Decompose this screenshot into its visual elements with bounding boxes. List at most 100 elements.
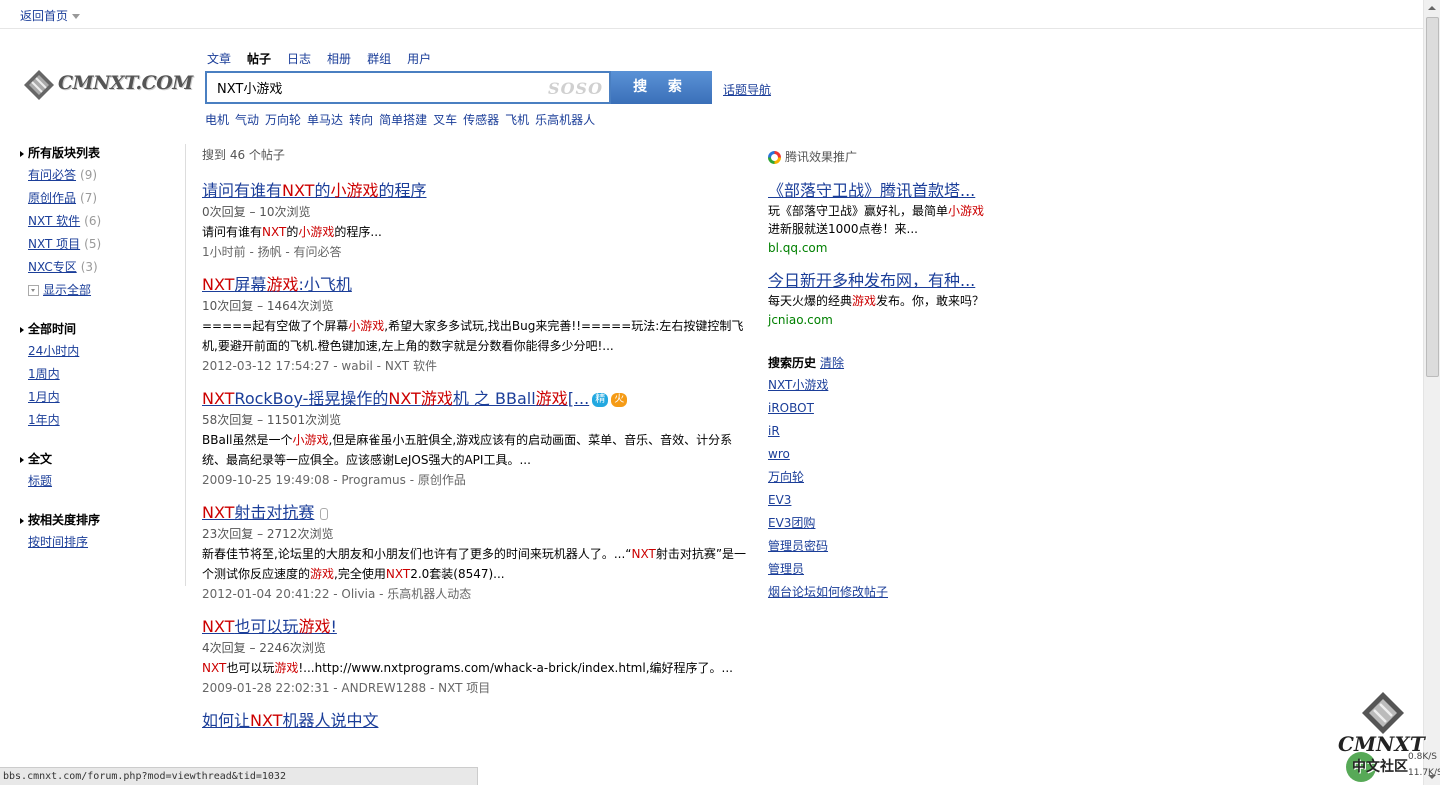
- text-segment: NXT: [202, 389, 235, 408]
- hot-keyword-link[interactable]: 单马达: [307, 113, 343, 127]
- topic-nav-link[interactable]: 话题导航: [723, 81, 771, 98]
- forum-filter-item[interactable]: NXT 项目 (5): [20, 233, 190, 256]
- ad-title-link[interactable]: 《部落守卫战》腾讯首款塔...: [768, 180, 988, 202]
- hot-keyword-link[interactable]: 传感器: [463, 113, 499, 127]
- forum-filter-item[interactable]: NXT 软件 (6): [20, 210, 190, 233]
- text-segment: 小游戏: [948, 204, 985, 218]
- search-history-link[interactable]: iROBOT: [768, 401, 814, 415]
- result-title-link[interactable]: NXTRockBoy-摇晃操作的NXT游戏机 之 BBall游戏[... 精火: [202, 388, 752, 410]
- text-segment: 也可以玩: [234, 617, 299, 636]
- forum-filter-item[interactable]: 有问必答 (9): [20, 164, 190, 187]
- caret-right-icon: [20, 456, 24, 463]
- time-filter-item[interactable]: 24小时内: [20, 340, 190, 363]
- text-segment: 如何让: [202, 711, 251, 730]
- forum-filter-label[interactable]: 原创作品: [28, 191, 76, 205]
- search-history-link[interactable]: 烟台论坛如何修改帖子: [768, 585, 888, 599]
- search-tab[interactable]: 相册: [327, 50, 351, 67]
- scope-filter-item-label[interactable]: 标题: [28, 474, 52, 488]
- search-tab[interactable]: 文章: [207, 50, 231, 67]
- text-segment: 新春佳节将至,论坛里的大朋友和小朋友们也许有了更多的时间来玩机器人了。...“: [202, 547, 632, 561]
- forum-filter-count: (3): [80, 260, 98, 274]
- ad-heading: 腾讯效果推广: [768, 148, 988, 168]
- hot-keyword-link[interactable]: 万向轮: [265, 113, 301, 127]
- search-history-link[interactable]: 管理员: [768, 562, 804, 576]
- forum-filter-heading: 所有版块列表: [20, 144, 190, 164]
- result-meta: 2012-03-12 17:54:27 - wabil - NXT 软件: [202, 359, 437, 373]
- hot-keyword-link[interactable]: 飞机: [505, 113, 529, 127]
- time-filter-item-label[interactable]: 1周内: [28, 367, 60, 381]
- text-segment: NXT: [388, 389, 421, 408]
- text-segment: 的: [314, 181, 331, 200]
- search-history-link[interactable]: NXT小游戏: [768, 378, 828, 392]
- result-title-link[interactable]: NXT射击对抗赛: [202, 502, 752, 524]
- search-history-item: 烟台论坛如何修改帖子: [768, 581, 988, 604]
- scroll-thumb[interactable]: [1426, 17, 1439, 377]
- home-link[interactable]: 返回首页: [20, 7, 81, 24]
- hot-keyword-link[interactable]: 乐高机器人: [535, 113, 595, 127]
- search-history-item: NXT小游戏: [768, 374, 988, 397]
- clear-history-link[interactable]: 清除: [820, 356, 844, 370]
- ad-url[interactable]: jcniao.com: [768, 310, 988, 330]
- expand-icon: [28, 285, 39, 296]
- time-filter-item[interactable]: 1周内: [20, 363, 190, 386]
- search-tab[interactable]: 日志: [287, 50, 311, 67]
- text-segment: BBall虽然是一个: [202, 433, 293, 447]
- ad-title-link[interactable]: 今日新开多种发布网，有种...: [768, 270, 988, 292]
- caret-right-icon: [20, 517, 24, 524]
- result-meta: 2009-10-25 19:49:08 - Programus - 原创作品: [202, 473, 466, 487]
- forum-filter-group: 所有版块列表 有问必答 (9) 原创作品 (7) NXT 软件 (6) NXT 项目 (5) N…: [20, 144, 190, 302]
- hot-keyword-link[interactable]: 叉车: [433, 113, 457, 127]
- top-bar: 返回首页: [0, 0, 1424, 29]
- forum-filter-label[interactable]: NXT 项目: [28, 237, 80, 251]
- search-history-item: 管理员: [768, 558, 988, 581]
- sort-filter-item-label[interactable]: 按时间排序: [28, 535, 88, 549]
- search-history-link[interactable]: 管理员密码: [768, 539, 828, 553]
- scope-filter-item[interactable]: 标题: [20, 470, 190, 493]
- forum-filter-label[interactable]: NXC专区: [28, 260, 77, 274]
- text-segment: 射击对抗赛: [234, 503, 315, 522]
- result-count: 搜到 46 个帖子: [202, 148, 285, 162]
- search-button[interactable]: 搜 索: [611, 71, 712, 104]
- time-filter-item-label[interactable]: 1月内: [28, 390, 60, 404]
- result-title-link[interactable]: NXT屏幕游戏:小飞机: [202, 274, 752, 296]
- hot-keyword-link[interactable]: 气动: [235, 113, 259, 127]
- vertical-scrollbar[interactable]: [1423, 0, 1440, 785]
- search-tab[interactable]: 帖子: [247, 50, 271, 67]
- ad-url[interactable]: bl.qq.com: [768, 238, 988, 258]
- result-stats: 0次回复 – 10次浏览: [202, 205, 311, 219]
- time-filter-item[interactable]: 1年内: [20, 409, 190, 432]
- forum-filter-label[interactable]: NXT 软件: [28, 214, 80, 228]
- scroll-up-icon[interactable]: [1424, 0, 1440, 16]
- result-snippet: NXT也可以玩游戏!...http://www.nxtprograms.com/…: [202, 658, 752, 678]
- hot-keyword-link[interactable]: 简单搭建: [379, 113, 427, 127]
- search-history-link[interactable]: iR: [768, 424, 780, 438]
- search-input[interactable]: [215, 79, 539, 96]
- sort-filter-item[interactable]: 按时间排序: [20, 531, 190, 554]
- text-segment: 机器人说中文: [282, 711, 379, 730]
- result-title-link[interactable]: NXT也可以玩游戏!: [202, 616, 752, 638]
- site-logo[interactable]: CMNXT.COM: [22, 68, 193, 102]
- forum-filter-item[interactable]: NXC专区 (3): [20, 256, 190, 279]
- result-title-link[interactable]: 请问有谁有NXT的小游戏的程序: [202, 180, 752, 202]
- search-tab[interactable]: 用户: [407, 50, 431, 67]
- time-filter-item[interactable]: 1月内: [20, 386, 190, 409]
- result-item: 请问有谁有NXT的小游戏的程序 0次回复 – 10次浏览 请问有谁有NXT的小游戏的…: [202, 180, 752, 262]
- forum-filter-item[interactable]: 原创作品 (7): [20, 187, 190, 210]
- forum-filter-label[interactable]: 有问必答: [28, 168, 76, 182]
- watermark-subtext: 中文社区: [1352, 759, 1408, 775]
- text-segment: 机 之 BBall: [452, 389, 536, 408]
- search-history-link[interactable]: wro: [768, 447, 790, 461]
- hot-keyword-link[interactable]: 转向: [349, 113, 373, 127]
- search-tab[interactable]: 群组: [367, 50, 391, 67]
- text-segment: 小游戏: [298, 225, 335, 239]
- search-history-link[interactable]: 万向轮: [768, 470, 804, 484]
- show-all-link[interactable]: 显示全部: [20, 279, 190, 302]
- forum-filter-count: (6): [84, 214, 102, 228]
- time-filter-item-label[interactable]: 1年内: [28, 413, 60, 427]
- hot-keyword-link[interactable]: 电机: [205, 113, 229, 127]
- search-history-link[interactable]: EV3团购: [768, 516, 815, 530]
- time-filter-item-label[interactable]: 24小时内: [28, 344, 79, 358]
- search-history-link[interactable]: EV3: [768, 493, 791, 507]
- result-title-link[interactable]: 如何让NXT机器人说中文: [202, 710, 752, 732]
- result-meta: 2012-01-04 20:41:22 - Olivia - 乐高机器人动态: [202, 587, 472, 601]
